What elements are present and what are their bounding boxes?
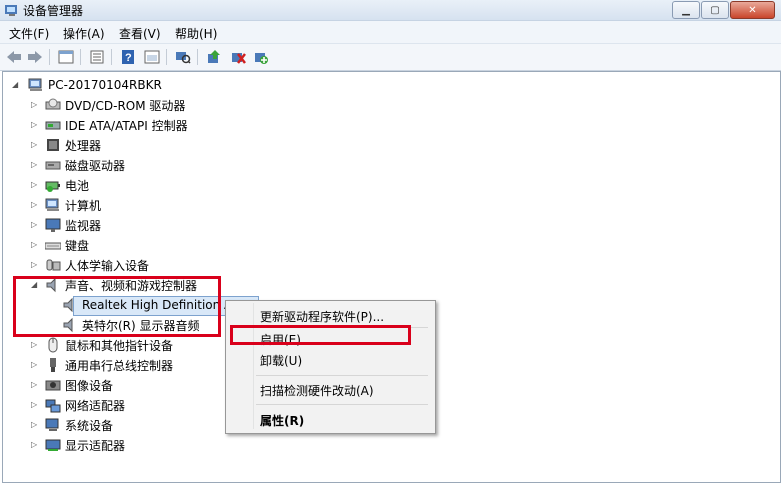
expand-icon[interactable]: ▷ <box>31 381 39 389</box>
update-driver-icon[interactable] <box>205 48 223 65</box>
ctx-uninstall[interactable]: 卸载(U) <box>260 352 302 369</box>
tree-item-label: 键盘 <box>65 238 90 253</box>
tree-category-item[interactable]: ▷ 通用串行总线控制器 <box>31 356 173 374</box>
expand-icon[interactable]: ▷ <box>31 201 39 209</box>
tree-category-item[interactable]: ▷ 监视器 <box>31 216 101 234</box>
expand-icon[interactable]: ▷ <box>31 141 39 149</box>
hid-icon <box>45 257 61 273</box>
tree-item-label: 系统设备 <box>65 418 114 433</box>
camera-icon <box>45 377 61 393</box>
expand-icon[interactable]: ▷ <box>31 361 39 369</box>
network-icon <box>45 397 61 413</box>
help-icon[interactable]: ? <box>119 48 137 65</box>
menu-bar: 文件(F) 操作(A) 查看(V) 帮助(H) <box>0 21 781 44</box>
expand-icon[interactable]: ▷ <box>31 341 39 349</box>
context-menu: 更新驱动程序软件(P)... 启用(E) 卸载(U) 扫描检测硬件改动(A) 属… <box>225 300 436 434</box>
expand-icon[interactable]: ▷ <box>31 221 39 229</box>
computer-icon <box>28 77 44 93</box>
tree-item-label: 鼠标和其他指针设备 <box>65 338 174 353</box>
tree-root[interactable]: ◢ PC-20170104RBKR <box>12 76 162 94</box>
toolbar: ? <box>0 44 781 71</box>
scan-icon[interactable] <box>174 48 192 65</box>
ide-controller-icon <box>45 117 61 133</box>
expand-icon[interactable]: ▷ <box>31 101 39 109</box>
disk-drive-icon <box>45 157 61 173</box>
tree-item-label: 计算机 <box>65 198 102 213</box>
expand-icon[interactable]: ▷ <box>31 161 39 169</box>
menu-action[interactable]: 操作(A) <box>63 25 105 42</box>
annotation-box-sound-category <box>13 276 221 337</box>
tree-category-item[interactable]: ▷ 磁盘驱动器 <box>31 156 125 174</box>
tree-root-label: PC-20170104RBKR <box>48 78 162 92</box>
tree-item-label: 网络适配器 <box>65 398 126 413</box>
tree-category-item[interactable]: ▷ 鼠标和其他指针设备 <box>31 336 173 354</box>
tree-category-item[interactable]: ▷ 系统设备 <box>31 416 113 434</box>
monitor-icon <box>45 217 61 233</box>
device-manager-icon <box>4 2 20 18</box>
forward-icon[interactable] <box>26 48 44 65</box>
keyboard-icon <box>45 237 61 253</box>
tree-item-label: 人体学输入设备 <box>65 258 150 273</box>
ctx-scan[interactable]: 扫描检测硬件改动(A) <box>260 382 374 399</box>
tree-category-item[interactable]: ▷ IDE ATA/ATAPI 控制器 <box>31 116 188 134</box>
usb-icon <box>45 357 61 373</box>
computer-icon <box>45 197 61 213</box>
tree-category-item[interactable]: ▷ 处理器 <box>31 136 101 154</box>
title-bar: 设备管理器 ▁ ▢ ✕ <box>0 0 781 21</box>
tree-category-item[interactable]: ▷ 键盘 <box>31 236 89 254</box>
tree-category-item[interactable]: ▷ 图像设备 <box>31 376 113 394</box>
menu-file[interactable]: 文件(F) <box>9 25 49 42</box>
tree-category-item[interactable]: ▷ DVD/CD-ROM 驱动器 <box>31 96 185 114</box>
ctx-properties[interactable]: 属性(R) <box>260 412 304 429</box>
tree-item-label: IDE ATA/ATAPI 控制器 <box>65 118 188 133</box>
menu-help[interactable]: 帮助(H) <box>175 25 217 42</box>
enable-icon[interactable] <box>252 48 270 65</box>
expand-icon[interactable]: ▷ <box>31 441 39 449</box>
tree-item-label: 电池 <box>65 178 90 193</box>
expand-icon[interactable]: ▷ <box>31 421 39 429</box>
battery-icon <box>45 177 61 193</box>
system-device-icon <box>45 417 61 433</box>
maximize-button[interactable]: ▢ <box>701 1 729 19</box>
tree-item-label: 处理器 <box>65 138 102 153</box>
mouse-icon <box>45 337 61 353</box>
disable-icon[interactable] <box>229 48 247 65</box>
close-button[interactable]: ✕ <box>730 1 775 19</box>
tree-item-label: 磁盘驱动器 <box>65 158 126 173</box>
tree-item-label: 显示适配器 <box>65 438 126 453</box>
svg-text:?: ? <box>125 52 132 64</box>
tree-category-item[interactable]: ▷ 显示适配器 <box>31 436 125 454</box>
back-icon[interactable] <box>5 48 23 65</box>
ctx-update-driver[interactable]: 更新驱动程序软件(P)... <box>260 308 384 325</box>
expand-icon[interactable]: ▷ <box>31 261 39 269</box>
properties-icon[interactable] <box>88 48 106 65</box>
tree-item-label: 监视器 <box>65 218 102 233</box>
tree-category-item[interactable]: ▷ 计算机 <box>31 196 101 214</box>
tree-item-label: DVD/CD-ROM 驱动器 <box>65 98 186 113</box>
display-adapter-icon <box>45 437 61 453</box>
view-icon[interactable] <box>57 48 75 65</box>
dvd-drive-icon <box>45 97 61 113</box>
window-title: 设备管理器 <box>23 4 84 18</box>
minimize-button[interactable]: ▁ <box>672 1 700 19</box>
expand-icon[interactable]: ▷ <box>31 241 39 249</box>
processor-icon <box>45 137 61 153</box>
view2-icon[interactable] <box>143 48 161 65</box>
tree-item-label: 图像设备 <box>65 378 114 393</box>
tree-category-item[interactable]: ▷ 网络适配器 <box>31 396 125 414</box>
tree-category-item[interactable]: ▷ 人体学输入设备 <box>31 256 149 274</box>
expand-icon[interactable]: ▷ <box>31 401 39 409</box>
collapse-icon[interactable]: ◢ <box>12 81 20 89</box>
tree-item-label: 通用串行总线控制器 <box>65 358 174 373</box>
menu-view[interactable]: 查看(V) <box>119 25 161 42</box>
annotation-box-enable <box>230 325 411 345</box>
expand-icon[interactable]: ▷ <box>31 181 39 189</box>
tree-category-item[interactable]: ▷ 电池 <box>31 176 89 194</box>
expand-icon[interactable]: ▷ <box>31 121 39 129</box>
